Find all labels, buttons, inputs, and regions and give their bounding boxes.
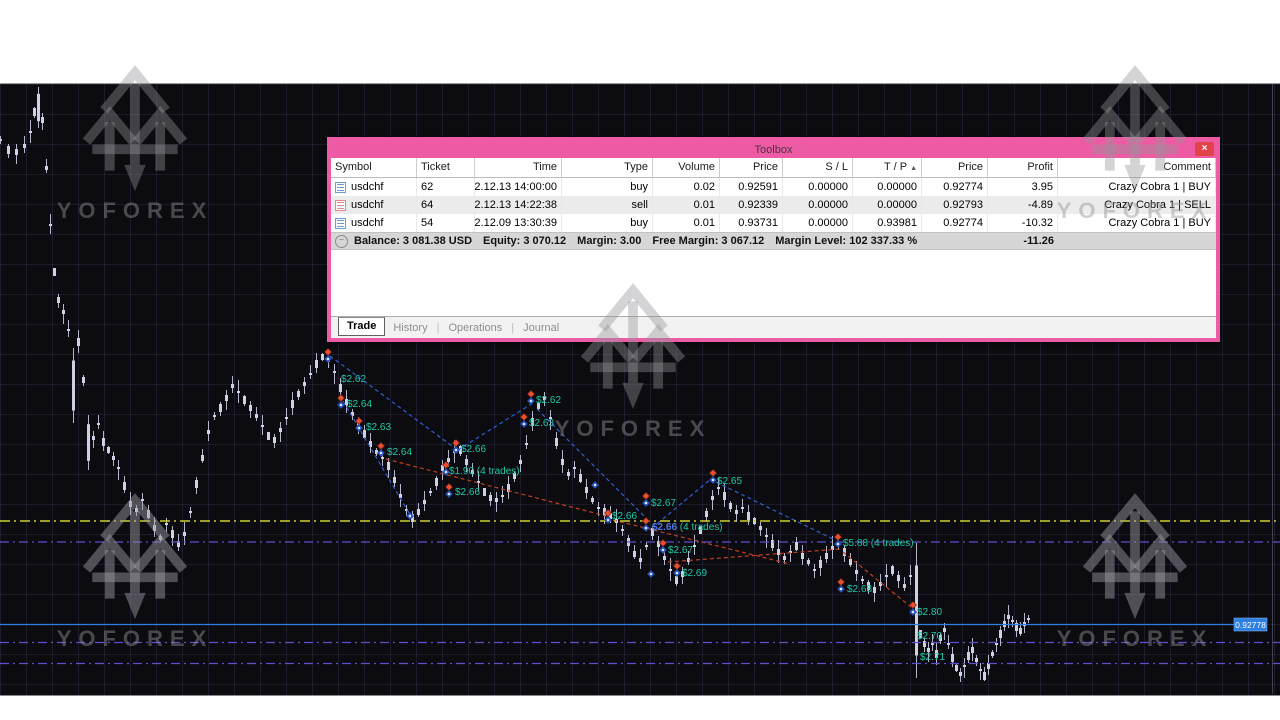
cell: 0.00000 — [853, 196, 922, 214]
toolbox-title: Toolbox — [755, 144, 793, 156]
column-header-volume[interactable]: Volume — [653, 158, 720, 177]
profit-total: -11.26 — [1023, 235, 1054, 247]
toolbox-empty-area — [331, 250, 1216, 316]
toolbox-tabbar: Trade History | Operations | Journal — [331, 316, 1216, 338]
cell: -4.89 — [988, 196, 1058, 214]
collapse-minus-icon[interactable]: − — [335, 235, 348, 248]
tab-history[interactable]: History — [385, 321, 435, 335]
cell: buy — [562, 214, 653, 232]
cell: 2022.12.09 13:30:39 — [475, 214, 562, 232]
cell: 0.00000 — [783, 214, 853, 232]
margin-value: Margin: 3.00 — [577, 235, 641, 247]
cell: usdchf — [331, 214, 417, 232]
cell: 2022.12.13 14:22:38 — [475, 196, 562, 214]
cell: 0.02 — [653, 178, 720, 196]
equity-value: Equity: 3 070.12 — [483, 235, 566, 247]
cell: 3.95 — [988, 178, 1058, 196]
column-header-profit[interactable]: Profit — [988, 158, 1058, 177]
balance-row: − Balance: 3 081.38 USD Equity: 3 070.12… — [331, 232, 1216, 250]
cell: 64 — [417, 196, 475, 214]
cell: 0.92793 — [922, 196, 988, 214]
column-header-symbol[interactable]: Symbol — [331, 158, 417, 177]
trade-table-body: usdchf622022.12.13 14:00:00buy0.020.9259… — [331, 178, 1216, 232]
tab-separator: | — [511, 322, 514, 334]
cell: buy — [562, 178, 653, 196]
cell: 2022.12.13 14:00:00 — [475, 178, 562, 196]
tab-trade[interactable]: Trade — [338, 317, 385, 336]
column-header-ticket[interactable]: Ticket — [417, 158, 475, 177]
cell: 0.92591 — [720, 178, 783, 196]
cell: 0.92339 — [720, 196, 783, 214]
cell: Crazy Cobra 1 | BUY — [1058, 178, 1216, 196]
cell: 62 — [417, 178, 475, 196]
cell: 0.00000 — [853, 178, 922, 196]
cell: Crazy Cobra 1 | SELL — [1058, 196, 1216, 214]
column-header-price[interactable]: Price — [922, 158, 988, 177]
balance-value: Balance: 3 081.38 USD — [354, 235, 472, 247]
column-header-time[interactable]: Time — [475, 158, 562, 177]
close-icon[interactable]: × — [1195, 142, 1214, 156]
cell: 0.93981 — [853, 214, 922, 232]
sort-asc-icon: ▲ — [910, 165, 917, 172]
cell: Crazy Cobra 1 | BUY — [1058, 214, 1216, 232]
column-header-price[interactable]: Price — [720, 158, 783, 177]
free-margin-value: Free Margin: 3 067.12 — [652, 235, 764, 247]
table-row[interactable]: usdchf542022.12.09 13:30:39buy0.010.9373… — [331, 214, 1216, 232]
tab-journal[interactable]: Journal — [515, 321, 567, 335]
cell: -10.32 — [988, 214, 1058, 232]
cell: 0.01 — [653, 214, 720, 232]
tab-separator: | — [437, 322, 440, 334]
buy-order-icon — [335, 218, 346, 229]
cell: 0.00000 — [783, 196, 853, 214]
table-row[interactable]: usdchf622022.12.13 14:00:00buy0.020.9259… — [331, 178, 1216, 196]
margin-level-value: Margin Level: 102 337.33 % — [775, 235, 917, 247]
cell: 54 — [417, 214, 475, 232]
column-header-tp[interactable]: T / P▲ — [853, 158, 922, 177]
cell: 0.00000 — [783, 178, 853, 196]
buy-order-icon — [335, 182, 346, 193]
toolbox-window: Toolbox × SymbolTicketTimeTypeVolumePric… — [327, 137, 1220, 342]
cell: usdchf — [331, 196, 417, 214]
cell: usdchf — [331, 178, 417, 196]
cell: sell — [562, 196, 653, 214]
trade-table-header[interactable]: SymbolTicketTimeTypeVolumePriceS / LT / … — [331, 158, 1216, 178]
cell: 0.93731 — [720, 214, 783, 232]
cell: 0.01 — [653, 196, 720, 214]
cell: 0.92774 — [922, 178, 988, 196]
sell-order-icon — [335, 200, 346, 211]
column-header-comment[interactable]: Comment — [1058, 158, 1216, 177]
cell: 0.92774 — [922, 214, 988, 232]
toolbox-titlebar[interactable]: Toolbox × — [331, 141, 1216, 158]
table-row[interactable]: usdchf642022.12.13 14:22:38sell0.010.923… — [331, 196, 1216, 214]
column-header-sl[interactable]: S / L — [783, 158, 853, 177]
column-header-type[interactable]: Type — [562, 158, 653, 177]
tab-operations[interactable]: Operations — [440, 321, 510, 335]
